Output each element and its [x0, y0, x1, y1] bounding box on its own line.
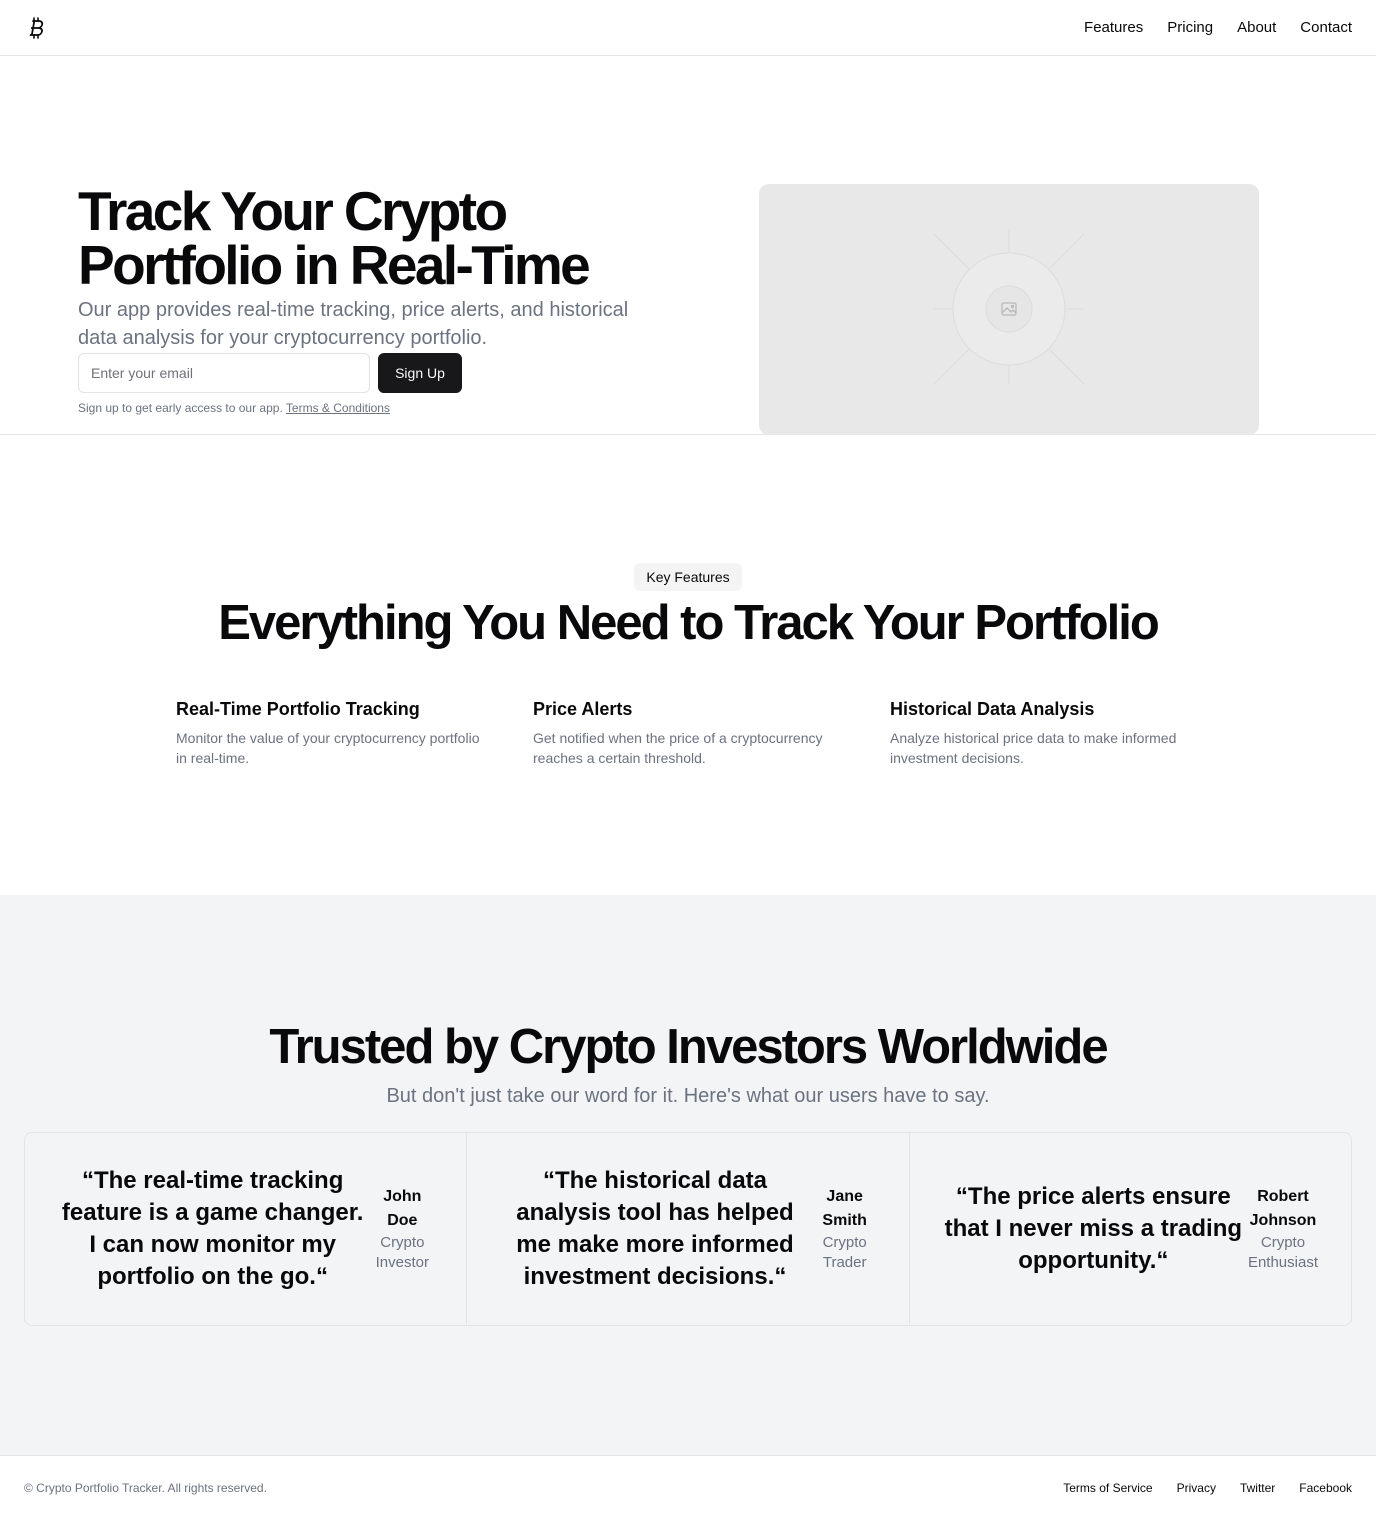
signup-note-text: Sign up to get early access to our app. [78, 401, 283, 415]
feature-item: Historical Data Analysis Analyze histori… [890, 696, 1210, 768]
testimonials-title: Trusted by Crypto Investors Worldwide [269, 1020, 1108, 1074]
author-name: Robert Johnson [1249, 1188, 1317, 1229]
hero-title-line1: Track Your Crypto [78, 180, 508, 242]
hero-subtitle: Our app provides real-time tracking, pri… [78, 299, 629, 349]
footer-link-twitter[interactable]: Twitter [1240, 1481, 1275, 1495]
main-nav: Features Pricing About Contact [1084, 19, 1352, 36]
feature-title: Price Alerts [533, 699, 633, 719]
hero-content: Track Your Crypto Portfolio in Real-Time… [78, 184, 678, 415]
bitcoin-icon [29, 16, 44, 39]
testimonial-quote: “The historical data analysis tool has h… [516, 1167, 794, 1290]
author-name: Jane Smith [822, 1188, 867, 1229]
testimonial-author: John Doe Crypto Investor [370, 1185, 434, 1273]
hero-title-line2: Portfolio in Real-Time [78, 234, 591, 296]
hero-image-placeholder [759, 184, 1259, 435]
hero-title: Track Your Crypto Portfolio in Real-Time [78, 184, 678, 293]
testimonial-quote: “The real-time tracking feature is a gam… [61, 1167, 364, 1290]
bitcoin-logo-icon[interactable] [28, 16, 44, 39]
key-features-badge: Key Features [634, 563, 742, 591]
testimonial-author: Robert Johnson Crypto Enthusiast [1247, 1185, 1319, 1273]
signup-form: Sign Up [78, 353, 678, 393]
sign-up-button[interactable]: Sign Up [378, 353, 462, 393]
site-footer: © Crypto Portfolio Tracker. All rights r… [0, 1455, 1376, 1520]
author-role: Crypto Trader [822, 1234, 867, 1271]
feature-title: Real-Time Portfolio Tracking [176, 699, 420, 719]
feature-description: Monitor the value of your cryptocurrency… [176, 730, 480, 766]
terms-link[interactable]: Terms & Conditions [286, 401, 390, 415]
testimonial-author: Jane Smith Crypto Trader [813, 1185, 877, 1273]
nav-features[interactable]: Features [1084, 19, 1143, 36]
email-input[interactable] [78, 353, 370, 393]
author-role: Crypto Enthusiast [1247, 1234, 1318, 1271]
feature-item: Real-Time Portfolio Tracking Monitor the… [176, 696, 533, 768]
testimonial-card: “The historical data analysis tool has h… [467, 1133, 910, 1325]
testimonials-section: Trusted by Crypto Investors Worldwide Bu… [0, 895, 1376, 1455]
footer-link-privacy[interactable]: Privacy [1177, 1481, 1216, 1495]
signup-note: Sign up to get early access to our app. … [78, 401, 678, 415]
hero-section: Track Your Crypto Portfolio in Real-Time… [0, 56, 1376, 435]
feature-title: Historical Data Analysis [890, 699, 1095, 719]
site-header: Features Pricing About Contact [0, 0, 1376, 56]
nav-about[interactable]: About [1237, 19, 1276, 36]
testimonials-subtitle: But don't just take our word for it. Her… [386, 1085, 990, 1107]
features-title: Everything You Need to Track Your Portfo… [218, 596, 1160, 650]
author-role: Crypto Investor [375, 1234, 429, 1271]
footer-link-terms[interactable]: Terms of Service [1063, 1481, 1152, 1495]
image-placeholder-icon [933, 229, 1085, 385]
testimonial-card: “The real-time tracking feature is a gam… [25, 1133, 468, 1325]
nav-pricing[interactable]: Pricing [1167, 19, 1213, 36]
badge-wrapper: Key Features [0, 563, 1376, 591]
features-section: Key Features Everything You Need to Trac… [0, 435, 1376, 895]
feature-description: Get notified when the price of a cryptoc… [533, 730, 823, 766]
testimonial-grid: “The real-time tracking feature is a gam… [24, 1132, 1352, 1326]
testimonial-card: “The price alerts ensure that I never mi… [910, 1133, 1351, 1325]
footer-nav: Terms of Service Privacy Twitter Faceboo… [1063, 1481, 1352, 1495]
copyright-text: © Crypto Portfolio Tracker. All rights r… [24, 1481, 267, 1495]
feature-description: Analyze historical price data to make in… [890, 730, 1177, 766]
nav-contact[interactable]: Contact [1300, 19, 1352, 36]
feature-grid: Real-Time Portfolio Tracking Monitor the… [176, 696, 1210, 768]
footer-link-facebook[interactable]: Facebook [1299, 1481, 1352, 1495]
feature-item: Price Alerts Get notified when the price… [533, 696, 890, 768]
testimonial-quote: “The price alerts ensure that I never mi… [944, 1183, 1243, 1274]
author-name: John Doe [383, 1188, 422, 1229]
